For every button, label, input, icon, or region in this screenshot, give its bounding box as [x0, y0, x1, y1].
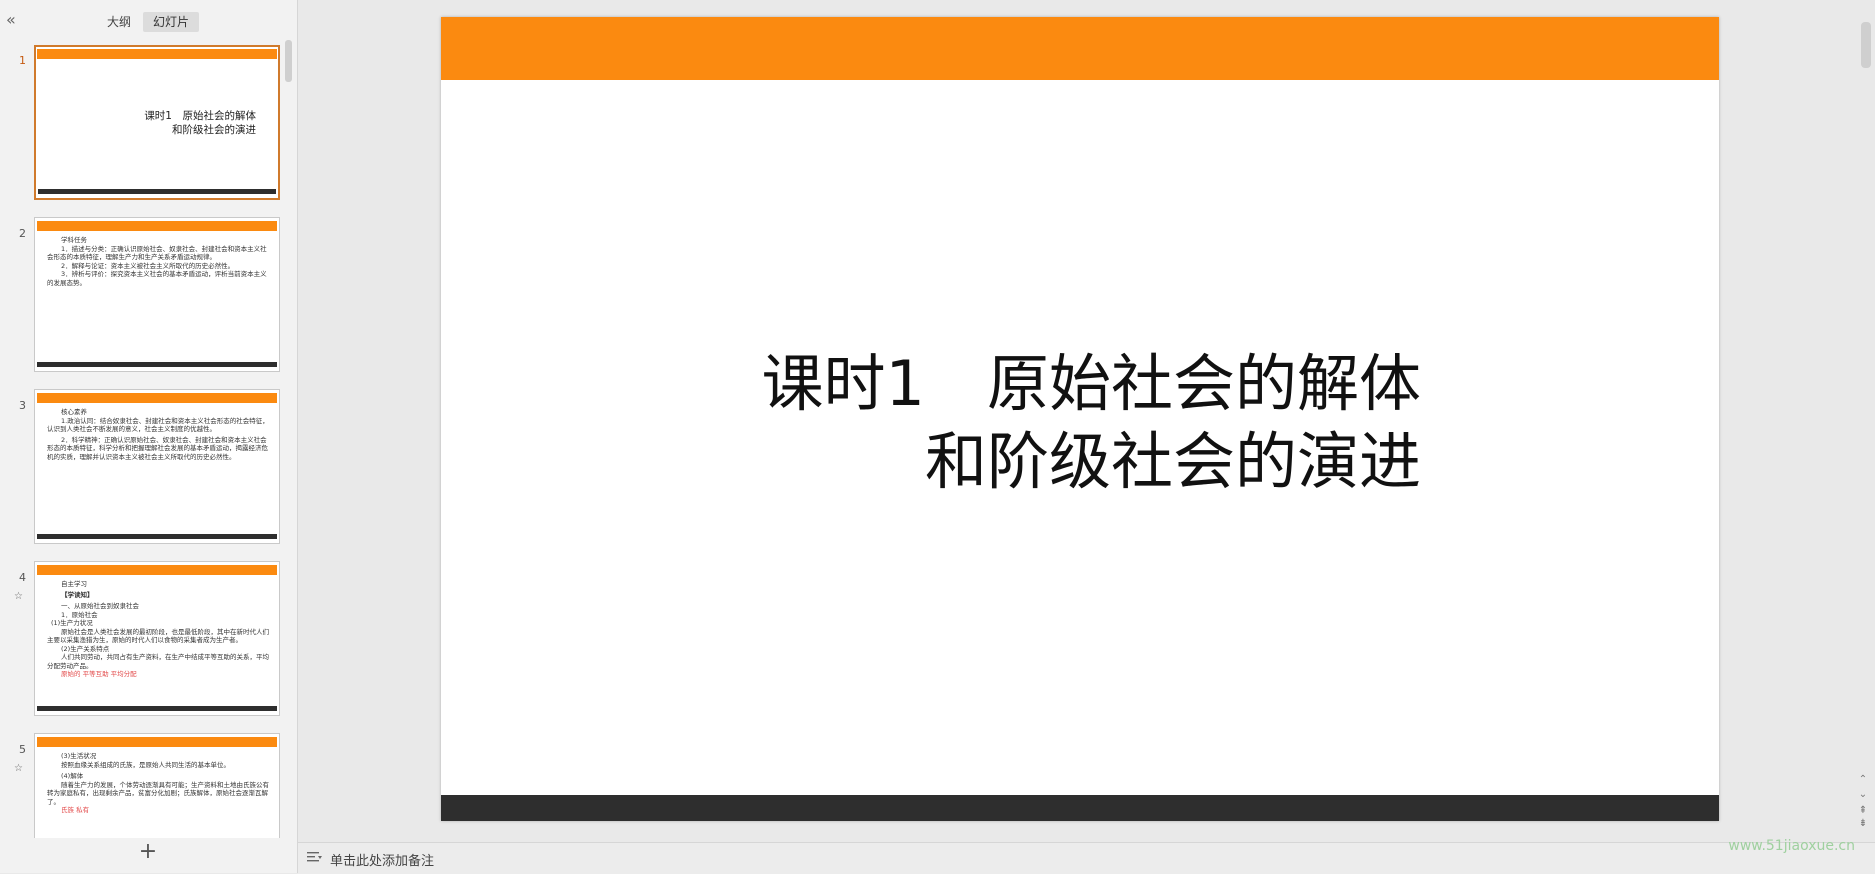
- thumb-body-text: 学科任务 1．描述与分类：正确认识原始社会、奴隶社会、封建社会和资本主义社会形态…: [47, 236, 267, 287]
- double-chevron-left-icon[interactable]: «: [6, 12, 22, 29]
- slide-thumbnail-list: 1 课时1 原始社会的解体 和阶级社会的演进 2 学科任务 1．描述与分类：正确…: [0, 38, 297, 838]
- thumb-header-bar: [37, 393, 277, 403]
- slide-title[interactable]: 课时1 原始社会的解体 和阶级社会的演进: [681, 345, 1421, 501]
- thumbnail-scrollbar[interactable]: [285, 40, 292, 82]
- thumb-header-bar: [37, 737, 277, 747]
- notes-list-icon: [307, 852, 322, 862]
- watermark: www.51jiaoxue.cn: [1728, 838, 1855, 854]
- slide-thumbnail-3[interactable]: 核心素养 1.政治认同：结合奴隶社会、封建社会和资本主义社会形态的社会特征，认识…: [34, 389, 280, 544]
- thumb-header-bar: [37, 565, 277, 575]
- slide-number: 2: [19, 227, 26, 240]
- thumb-header-bar: [37, 49, 277, 59]
- thumb-body-text: 核心素养 1.政治认同：结合奴隶社会、封建社会和资本主义社会形态的社会特征，认识…: [47, 408, 269, 461]
- chevron-up-icon[interactable]: ⌃: [1858, 774, 1868, 785]
- plus-icon[interactable]: +: [138, 841, 158, 863]
- slide-editor-area: 课时1 原始社会的解体 和阶级社会的演进 ⌃ ⌄ ⇞ ⇟: [298, 0, 1875, 842]
- slide-thumbnail-2[interactable]: 学科任务 1．描述与分类：正确认识原始社会、奴隶社会、封建社会和资本主义社会形态…: [34, 217, 280, 372]
- notes-placeholder[interactable]: 单击此处添加备注: [330, 850, 434, 869]
- double-chevron-down-icon[interactable]: ⇟: [1858, 818, 1868, 829]
- thumb-footer-bar: [38, 189, 276, 194]
- vertical-scrollbar[interactable]: ⌃ ⌄ ⇞ ⇟: [1859, 0, 1871, 842]
- slide-number: 4: [19, 571, 26, 584]
- slide-panel: « 大纲 幻灯片 1 课时1 原始社会的解体 和阶级社会的演进 2 学科任务 1…: [0, 0, 298, 873]
- animation-star-icon: ☆: [14, 591, 23, 602]
- thumb-title: 课时1 原始社会的解体 和阶级社会的演进: [144, 110, 256, 136]
- thumb-header-bar: [37, 221, 277, 231]
- tab-slides[interactable]: 幻灯片: [143, 12, 199, 32]
- slide-footer-bar: [441, 795, 1719, 821]
- slide-canvas[interactable]: 课时1 原始社会的解体 和阶级社会的演进: [441, 17, 1719, 821]
- thumb-footer-bar: [37, 706, 277, 711]
- notes-bar[interactable]: 单击此处添加备注: [298, 842, 1875, 874]
- thumb-body-text: 自主学习 【学读知】 一、从原始社会到奴隶社会 1．原始社会 (1)生产力状况 …: [47, 580, 269, 678]
- slide-title-line-2: 和阶级社会的演进: [924, 425, 1421, 498]
- slide-thumbnail-1[interactable]: 课时1 原始社会的解体 和阶级社会的演进: [34, 45, 280, 200]
- animation-star-icon: ☆: [14, 763, 23, 774]
- tab-outline[interactable]: 大纲: [104, 12, 134, 32]
- double-chevron-up-icon[interactable]: ⇞: [1858, 805, 1868, 816]
- slide-thumbnail-4[interactable]: 自主学习 【学读知】 一、从原始社会到奴隶社会 1．原始社会 (1)生产力状况 …: [34, 561, 280, 716]
- thumb-footer-bar: [37, 534, 277, 539]
- slide-thumbnail-5[interactable]: (3)生活状况 按照血缘关系组成的氏族，是原始人共同生活的基本单位。 (4)解体…: [34, 733, 280, 838]
- slide-title-line-1: 课时1 原始社会的解体: [761, 347, 1421, 420]
- slide-number: 3: [19, 399, 26, 412]
- slide-number: 1: [19, 54, 26, 67]
- scroll-thumb[interactable]: [1861, 22, 1871, 68]
- slide-header-bar: [441, 17, 1719, 80]
- slide-number: 5: [19, 743, 26, 756]
- thumb-footer-bar: [37, 362, 277, 367]
- thumb-body-text: (3)生活状况 按照血缘关系组成的氏族，是原始人共同生活的基本单位。 (4)解体…: [47, 752, 269, 814]
- chevron-down-icon[interactable]: ⌄: [1858, 789, 1868, 800]
